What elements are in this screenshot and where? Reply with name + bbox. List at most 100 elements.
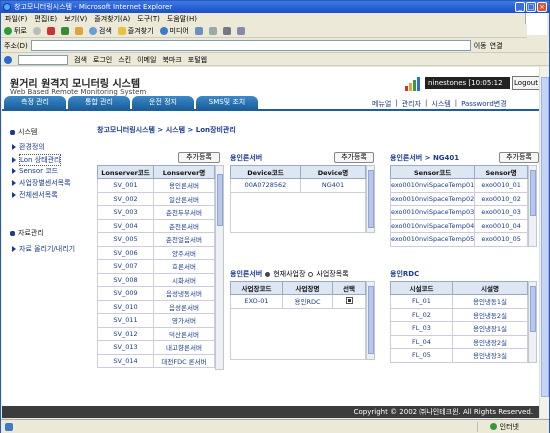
table-row[interactable]: exo0010nviSpaceTemp02 exo0010_02 — [389, 191, 528, 206]
login-link[interactable]: 로그인 — [93, 55, 112, 65]
menu-edit[interactable]: 편집(E) — [34, 14, 57, 24]
scroll-thumb[interactable] — [217, 174, 223, 226]
select-checkbox-icon[interactable] — [345, 296, 353, 304]
page-scroll-thumb[interactable] — [541, 77, 549, 397]
table-row[interactable]: exo0010nviSpaceTemp05 exo0010_05 — [389, 232, 528, 247]
table-row[interactable]: SV_012 덕산론서버 — [97, 326, 215, 341]
table-row[interactable]: SV_007 호론서버 — [97, 259, 215, 274]
status-bar: 인터넷 — [1, 419, 549, 433]
maximize-button[interactable]: □ — [526, 2, 536, 12]
table-row[interactable]: SV_013 내고향론서버 — [97, 340, 215, 355]
table-row[interactable]: SV_001 용인론서버 — [97, 178, 215, 193]
lonserver-scrollbar[interactable] — [215, 165, 224, 370]
menu-view[interactable]: 보기(V) — [64, 14, 87, 24]
rdc-scrollbar[interactable] — [528, 281, 537, 363]
sidebar: 시스템 환경정의 Lon 상태관리 Sensor 코드 사업장별센서목록 전체센… — [2, 111, 90, 411]
links-label[interactable]: 연결 — [490, 41, 503, 51]
scroll-thumb[interactable] — [530, 286, 536, 332]
portal-link[interactable]: 포털웹 — [188, 55, 207, 65]
favorites-button[interactable]: 즐겨찾기 — [117, 26, 154, 36]
table-row[interactable]: exo0010nviSpaceTemp01 exo0010_01 — [389, 178, 528, 193]
table-cell: 춘천두부서버 — [153, 205, 215, 220]
menu-tools[interactable]: 도구(T) — [137, 14, 160, 24]
device-add-button[interactable]: 추가등록 — [334, 152, 374, 163]
scroll-thumb[interactable] — [368, 286, 374, 354]
col-site-select: 선택 — [332, 281, 366, 295]
minimize-button[interactable]: _ — [515, 2, 525, 12]
back-button[interactable]: 뒤로 — [4, 26, 27, 36]
address-input[interactable] — [30, 40, 471, 51]
stop-icon[interactable] — [46, 26, 55, 35]
table-row[interactable]: FL_03 용인냉장1실 — [390, 321, 528, 336]
nav-admin[interactable]: 관리자 — [402, 99, 421, 109]
sidebar-item-sensor[interactable]: Sensor 코드 — [12, 166, 58, 176]
tab-sms[interactable]: SMS및 조치 — [196, 96, 258, 109]
device-scrollbar[interactable] — [366, 165, 375, 233]
table-row[interactable]: SV_003 춘천두부서버 — [97, 205, 215, 220]
radio-current-site[interactable] — [265, 271, 271, 277]
nav-system[interactable]: 시스템 — [431, 99, 450, 109]
media-button[interactable]: 미디어 — [159, 26, 189, 36]
close-button[interactable]: × — [537, 2, 547, 12]
select-cell[interactable] — [332, 294, 366, 309]
table-row[interactable]: exo0010nviSpaceTemp04 exo0010_04 — [389, 218, 528, 233]
logout-button[interactable]: Logout — [512, 76, 539, 90]
tab-measure[interactable]: 측정 관리 — [4, 96, 66, 109]
table-row[interactable]: SV_008 시화서버 — [97, 272, 215, 287]
sidebar-item-site-sensors[interactable]: 사업장별센서목록 — [12, 178, 71, 188]
nav-manual[interactable]: 메뉴얼 — [372, 99, 391, 109]
toolbar-search-input[interactable] — [18, 54, 68, 65]
scroll-thumb[interactable] — [530, 170, 536, 216]
device-rows: 00A0728562 NG401 — [230, 178, 366, 193]
table-cell: exo0010_01 — [474, 178, 528, 193]
edit-icon[interactable] — [236, 26, 245, 35]
page-scrollbar[interactable] — [539, 67, 549, 418]
email-link[interactable]: 이메일 — [137, 55, 156, 65]
table-row[interactable]: FL_04 용인냉장2실 — [390, 334, 528, 349]
table-row[interactable]: FL_02 용인냉동2실 — [390, 307, 528, 322]
go-button[interactable]: 이동 — [474, 41, 487, 51]
table-row[interactable]: SV_005 춘천얼음서버 — [97, 232, 215, 247]
scroll-thumb[interactable] — [368, 170, 374, 228]
tab-integrated[interactable]: 통합 관리 — [68, 96, 130, 109]
table-row[interactable]: SV_006 양주서버 — [97, 245, 215, 260]
table-row[interactable]: SV_010 음성론서버 — [97, 299, 215, 314]
toolbar-search-button[interactable]: 검색 — [74, 55, 87, 65]
scrap-link[interactable]: 스킨 — [118, 55, 131, 65]
sidebar-item-upload[interactable]: 자료 올리기/내리기 — [12, 244, 75, 254]
print-icon[interactable] — [222, 26, 231, 35]
menu-favorites[interactable]: 즐겨찾기(A) — [94, 14, 130, 24]
title-bar: 창고모니터링시스템 - Microsoft Internet Explorer … — [1, 1, 549, 13]
menu-help[interactable]: 도움말(H) — [167, 14, 197, 24]
search-button[interactable]: 검색 — [88, 26, 112, 36]
table-row[interactable]: SV_004 춘천론서버 — [97, 218, 215, 233]
sensor-scrollbar[interactable] — [528, 165, 537, 247]
table-cell: exo0010_02 — [474, 191, 528, 206]
table-row[interactable]: FL_05 용인냉장3실 — [390, 348, 528, 363]
table-row[interactable]: EXO-01 용인RDC — [230, 294, 366, 309]
mail-icon[interactable] — [208, 26, 217, 35]
table-row[interactable]: SV_002 일산론서버 — [97, 191, 215, 206]
sidebar-item-env[interactable]: 환경정의 — [12, 142, 45, 152]
table-row[interactable]: 00A0728562 NG401 — [230, 178, 366, 193]
forward-arrow-icon[interactable] — [32, 26, 41, 35]
sensor-add-button[interactable]: 추가등록 — [499, 152, 539, 163]
lonserver-add-button[interactable]: 추가등록 — [178, 152, 220, 163]
radio-all-sites[interactable] — [308, 271, 314, 277]
site-scrollbar[interactable] — [366, 281, 375, 360]
windows-logo-icon — [525, 13, 547, 35]
bookmark-link[interactable]: 북마크 — [162, 55, 181, 65]
history-icon[interactable] — [194, 26, 203, 35]
table-row[interactable]: SV_014 대전FDC 론서버 — [97, 353, 215, 368]
sidebar-item-all-sensors[interactable]: 전체센서목록 — [12, 190, 58, 200]
table-row[interactable]: exo0010nviSpaceTemp03 exo0010_03 — [389, 205, 528, 220]
table-row[interactable]: SV_011 영가서버 — [97, 313, 215, 328]
tab-stop[interactable]: 운전 정지 — [132, 96, 194, 109]
menu-file[interactable]: 파일(F) — [5, 14, 27, 24]
nav-password[interactable]: Password변경 — [461, 99, 507, 109]
sidebar-item-lon[interactable]: Lon 상태관리 — [12, 154, 62, 166]
table-row[interactable]: SV_009 음성냉동서버 — [97, 286, 215, 301]
table-row[interactable]: FL_01 용인냉동1실 — [390, 294, 528, 309]
refresh-icon[interactable] — [60, 26, 69, 35]
home-icon[interactable] — [74, 26, 83, 35]
